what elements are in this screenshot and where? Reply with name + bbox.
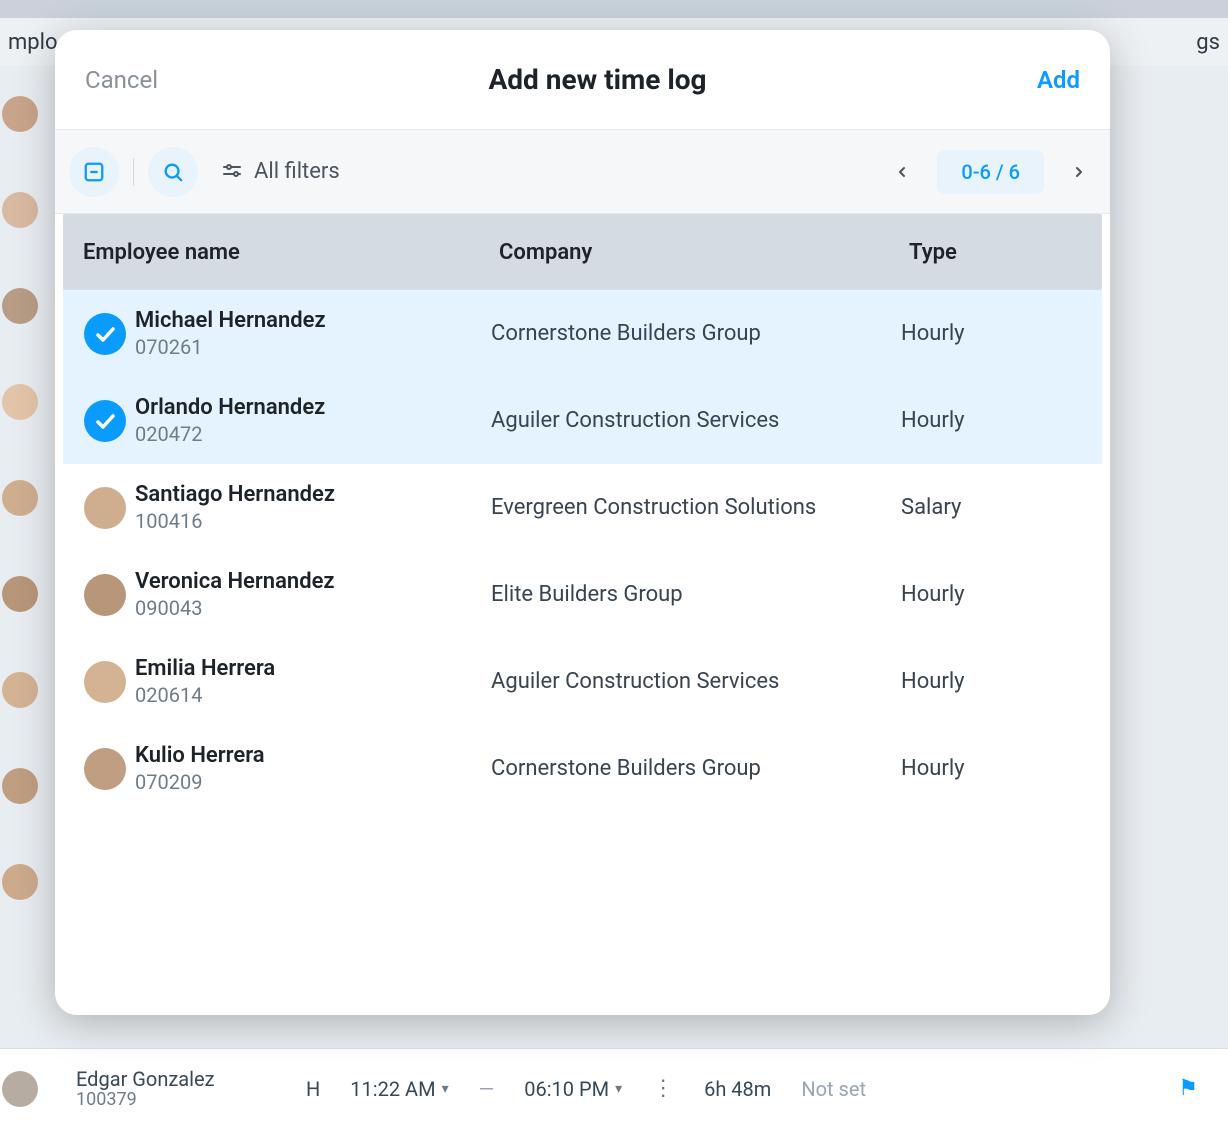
employee-name: Emilia Herrera (135, 656, 481, 681)
employee-rows: Michael Hernandez070261 Cornerstone Build… (55, 290, 1110, 1015)
avatar (84, 661, 126, 703)
employee-company: Aguiler Construction Services (491, 408, 901, 433)
bg-time-in: 11:22 AM (350, 1077, 435, 1101)
avatar (2, 480, 38, 516)
employee-type: Hourly (901, 321, 1090, 346)
column-header: Employee name Company Type (63, 214, 1102, 290)
divider (133, 158, 134, 186)
avatar (84, 574, 126, 616)
employee-type: Hourly (901, 756, 1090, 781)
employee-id: 090043 (135, 596, 481, 620)
employee-id: 070261 (135, 335, 481, 359)
avatar (2, 192, 38, 228)
employee-name: Michael Hernandez (135, 308, 481, 333)
chevron-down-icon: ▾ (442, 1081, 449, 1097)
employee-type: Hourly (901, 408, 1090, 433)
avatar (84, 748, 126, 790)
employee-row[interactable]: Michael Hernandez070261 Cornerstone Build… (63, 290, 1102, 377)
col-company: Company (499, 240, 909, 265)
bg-bar (0, 0, 1228, 18)
bg-bottom-row: Edgar Gonzalez 100379 H 11:22 AM ▾ — 06:… (0, 1048, 1228, 1128)
search-button[interactable] (148, 147, 198, 197)
avatar (2, 864, 38, 900)
bg-separator: — (479, 1077, 495, 1101)
employee-row[interactable]: Veronica Hernandez090043 Elite Builders G… (63, 551, 1102, 638)
employee-type: Hourly (901, 669, 1090, 694)
employee-company: Elite Builders Group (491, 582, 901, 607)
chevron-down-icon: ▾ (615, 1081, 622, 1097)
bg-row-name: Edgar Gonzalez (76, 1068, 276, 1090)
flag-icon: ⚑ (1178, 1076, 1198, 1101)
cancel-button[interactable]: Cancel (85, 66, 158, 94)
employee-id: 070209 (135, 770, 481, 794)
sliders-icon (220, 160, 244, 184)
employee-name: Kulio Herrera (135, 743, 481, 768)
filters-button[interactable]: All filters (220, 159, 340, 184)
avatar (2, 576, 38, 612)
toolbar: All filters 0-6 / 6 (55, 130, 1110, 214)
employee-company: Evergreen Construction Solutions (491, 495, 901, 520)
employee-company: Cornerstone Builders Group (491, 756, 901, 781)
page-indicator[interactable]: 0-6 / 6 (937, 150, 1044, 194)
add-time-log-modal: Cancel Add new time log Add All filters (55, 30, 1110, 1015)
employee-name: Veronica Hernandez (135, 569, 481, 594)
avatar (2, 768, 38, 804)
selected-check-icon (84, 400, 126, 442)
page-next-button[interactable] (1062, 155, 1096, 189)
bg-duration: 6h 48m (704, 1077, 771, 1101)
employee-name: Orlando Hernandez (135, 395, 481, 420)
avatar (2, 96, 38, 132)
employee-row[interactable]: Kulio Herrera070209 Cornerstone Builders … (63, 725, 1102, 812)
col-employee: Employee name (83, 240, 499, 265)
selected-check-icon (84, 313, 126, 355)
modal-header: Cancel Add new time log Add (55, 30, 1110, 130)
employee-id: 020614 (135, 683, 481, 707)
bg-row-code: H (306, 1077, 320, 1101)
employee-row[interactable]: Emilia Herrera020614 Aguiler Construction… (63, 638, 1102, 725)
bg-right-label: gs (1196, 30, 1220, 55)
select-toggle-button[interactable] (69, 147, 119, 197)
employee-row[interactable]: Santiago Hernandez100416 Evergreen Constr… (63, 464, 1102, 551)
filters-label: All filters (254, 159, 340, 184)
employee-company: Cornerstone Builders Group (491, 321, 901, 346)
employee-id: 100416 (135, 509, 481, 533)
col-type: Type (909, 240, 1102, 265)
more-icon: ⋮ (652, 1076, 674, 1101)
employee-type: Hourly (901, 582, 1090, 607)
employee-row[interactable]: Orlando Hernandez020472 Aguiler Construct… (63, 377, 1102, 464)
avatar (2, 288, 38, 324)
add-button[interactable]: Add (1037, 66, 1080, 94)
bg-left-label: mplo (8, 30, 58, 55)
avatar (2, 672, 38, 708)
employee-name: Santiago Hernandez (135, 482, 481, 507)
pagination: 0-6 / 6 (885, 150, 1096, 194)
avatar (2, 1071, 38, 1107)
employee-type: Salary (901, 495, 1090, 520)
bg-row-id: 100379 (76, 1090, 276, 1110)
modal-title: Add new time log (158, 63, 1037, 96)
bg-avatar-list (0, 66, 40, 1128)
avatar (84, 487, 126, 529)
bg-time-out: 06:10 PM (524, 1077, 609, 1101)
page-prev-button[interactable] (885, 155, 919, 189)
employee-company: Aguiler Construction Services (491, 669, 901, 694)
employee-id: 020472 (135, 422, 481, 446)
avatar (2, 384, 38, 420)
bg-cost: Not set (801, 1077, 866, 1101)
